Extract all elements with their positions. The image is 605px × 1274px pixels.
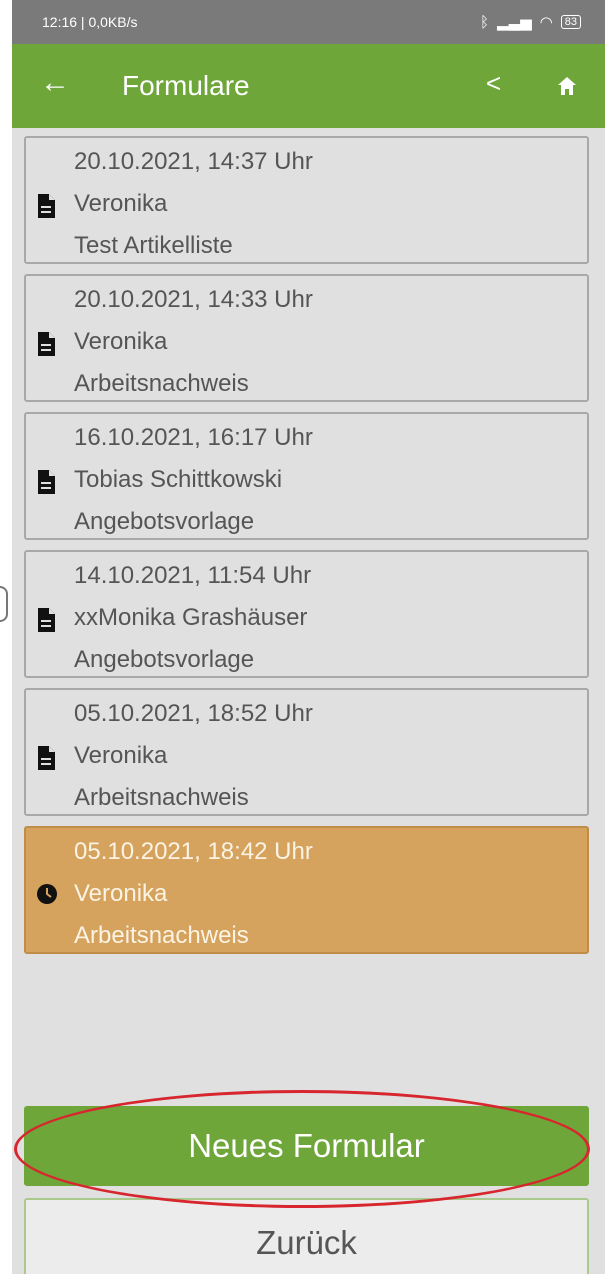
form-person: Veronika (74, 742, 168, 769)
form-person: Veronika (74, 880, 168, 907)
back-button[interactable]: Zurück (24, 1198, 589, 1274)
list-item[interactable]: 05.10.2021, 18:52 Uhr Veronika Arbeitsnach… (24, 688, 589, 816)
form-datetime: 16.10.2021, 16:17 Uhr (74, 424, 313, 451)
status-time: 12:16 | 0,0KB/s (42, 14, 138, 30)
form-type: Arbeitsnachweis (74, 370, 249, 397)
form-person: Veronika (74, 190, 168, 217)
document-icon (36, 745, 58, 771)
list-item[interactable]: 05.10.2021, 18:42 Uhr Veronika Arbeitsnach… (24, 826, 589, 954)
page-title: Formulare (122, 70, 250, 101)
form-datetime: 14.10.2021, 11:54 Uhr (74, 562, 312, 589)
document-icon (36, 193, 58, 219)
document-icon (36, 331, 58, 357)
left-edge-marker (0, 586, 8, 622)
document-icon (36, 469, 58, 495)
previous-button[interactable]: < (486, 68, 501, 99)
form-type: Arbeitsnachweis (74, 784, 249, 811)
form-datetime: 05.10.2021, 18:42 Uhr (74, 838, 313, 865)
clock-icon (36, 883, 58, 909)
form-person: xxMonika Grashäuser (74, 604, 308, 631)
list-item[interactable]: 16.10.2021, 16:17 Uhr Tobias Schittkowski… (24, 412, 589, 540)
form-type: Test Artikelliste (74, 232, 233, 259)
battery-icon: 83 (560, 15, 581, 29)
form-datetime: 20.10.2021, 14:33 Uhr (74, 286, 313, 313)
status-icons: ᛒ ▂▃▅ ◠ 83 (480, 13, 581, 31)
list-item[interactable]: 14.10.2021, 11:54 Uhr xxMonika Grashäuser… (24, 550, 589, 678)
form-person: Tobias Schittkowski (74, 466, 283, 493)
form-datetime: 20.10.2021, 14:37 Uhr (74, 148, 313, 175)
form-datetime: 05.10.2021, 18:52 Uhr (74, 700, 313, 727)
form-list: 20.10.2021, 14:37 Uhr Veronika Test Artike… (24, 136, 589, 964)
form-type: Arbeitsnachweis (74, 922, 249, 949)
document-icon (36, 607, 58, 633)
form-type: Angebotsvorlage (74, 508, 255, 535)
form-type: Angebotsvorlage (74, 646, 255, 673)
status-bar: 12:16 | 0,0KB/s ᛒ ▂▃▅ ◠ 83 (12, 0, 605, 44)
phone-screen: 12:16 | 0,0KB/s ᛒ ▂▃▅ ◠ 83 ← Formulare <… (12, 0, 605, 1274)
bluetooth-icon: ᛒ (480, 13, 490, 31)
app-bar: ← Formulare < (12, 44, 605, 128)
new-form-button[interactable]: Neues Formular (24, 1106, 589, 1186)
wifi-icon: ◠ (539, 14, 553, 31)
list-item[interactable]: 20.10.2021, 14:37 Uhr Veronika Test Artike… (24, 136, 589, 264)
form-person: Veronika (74, 328, 168, 355)
list-item[interactable]: 20.10.2021, 14:33 Uhr Veronika Arbeitsnach… (24, 274, 589, 402)
arrow-left-icon[interactable]: ← (40, 66, 70, 100)
home-icon[interactable] (557, 76, 577, 96)
signal-icon: ▂▃▅ (497, 14, 532, 31)
